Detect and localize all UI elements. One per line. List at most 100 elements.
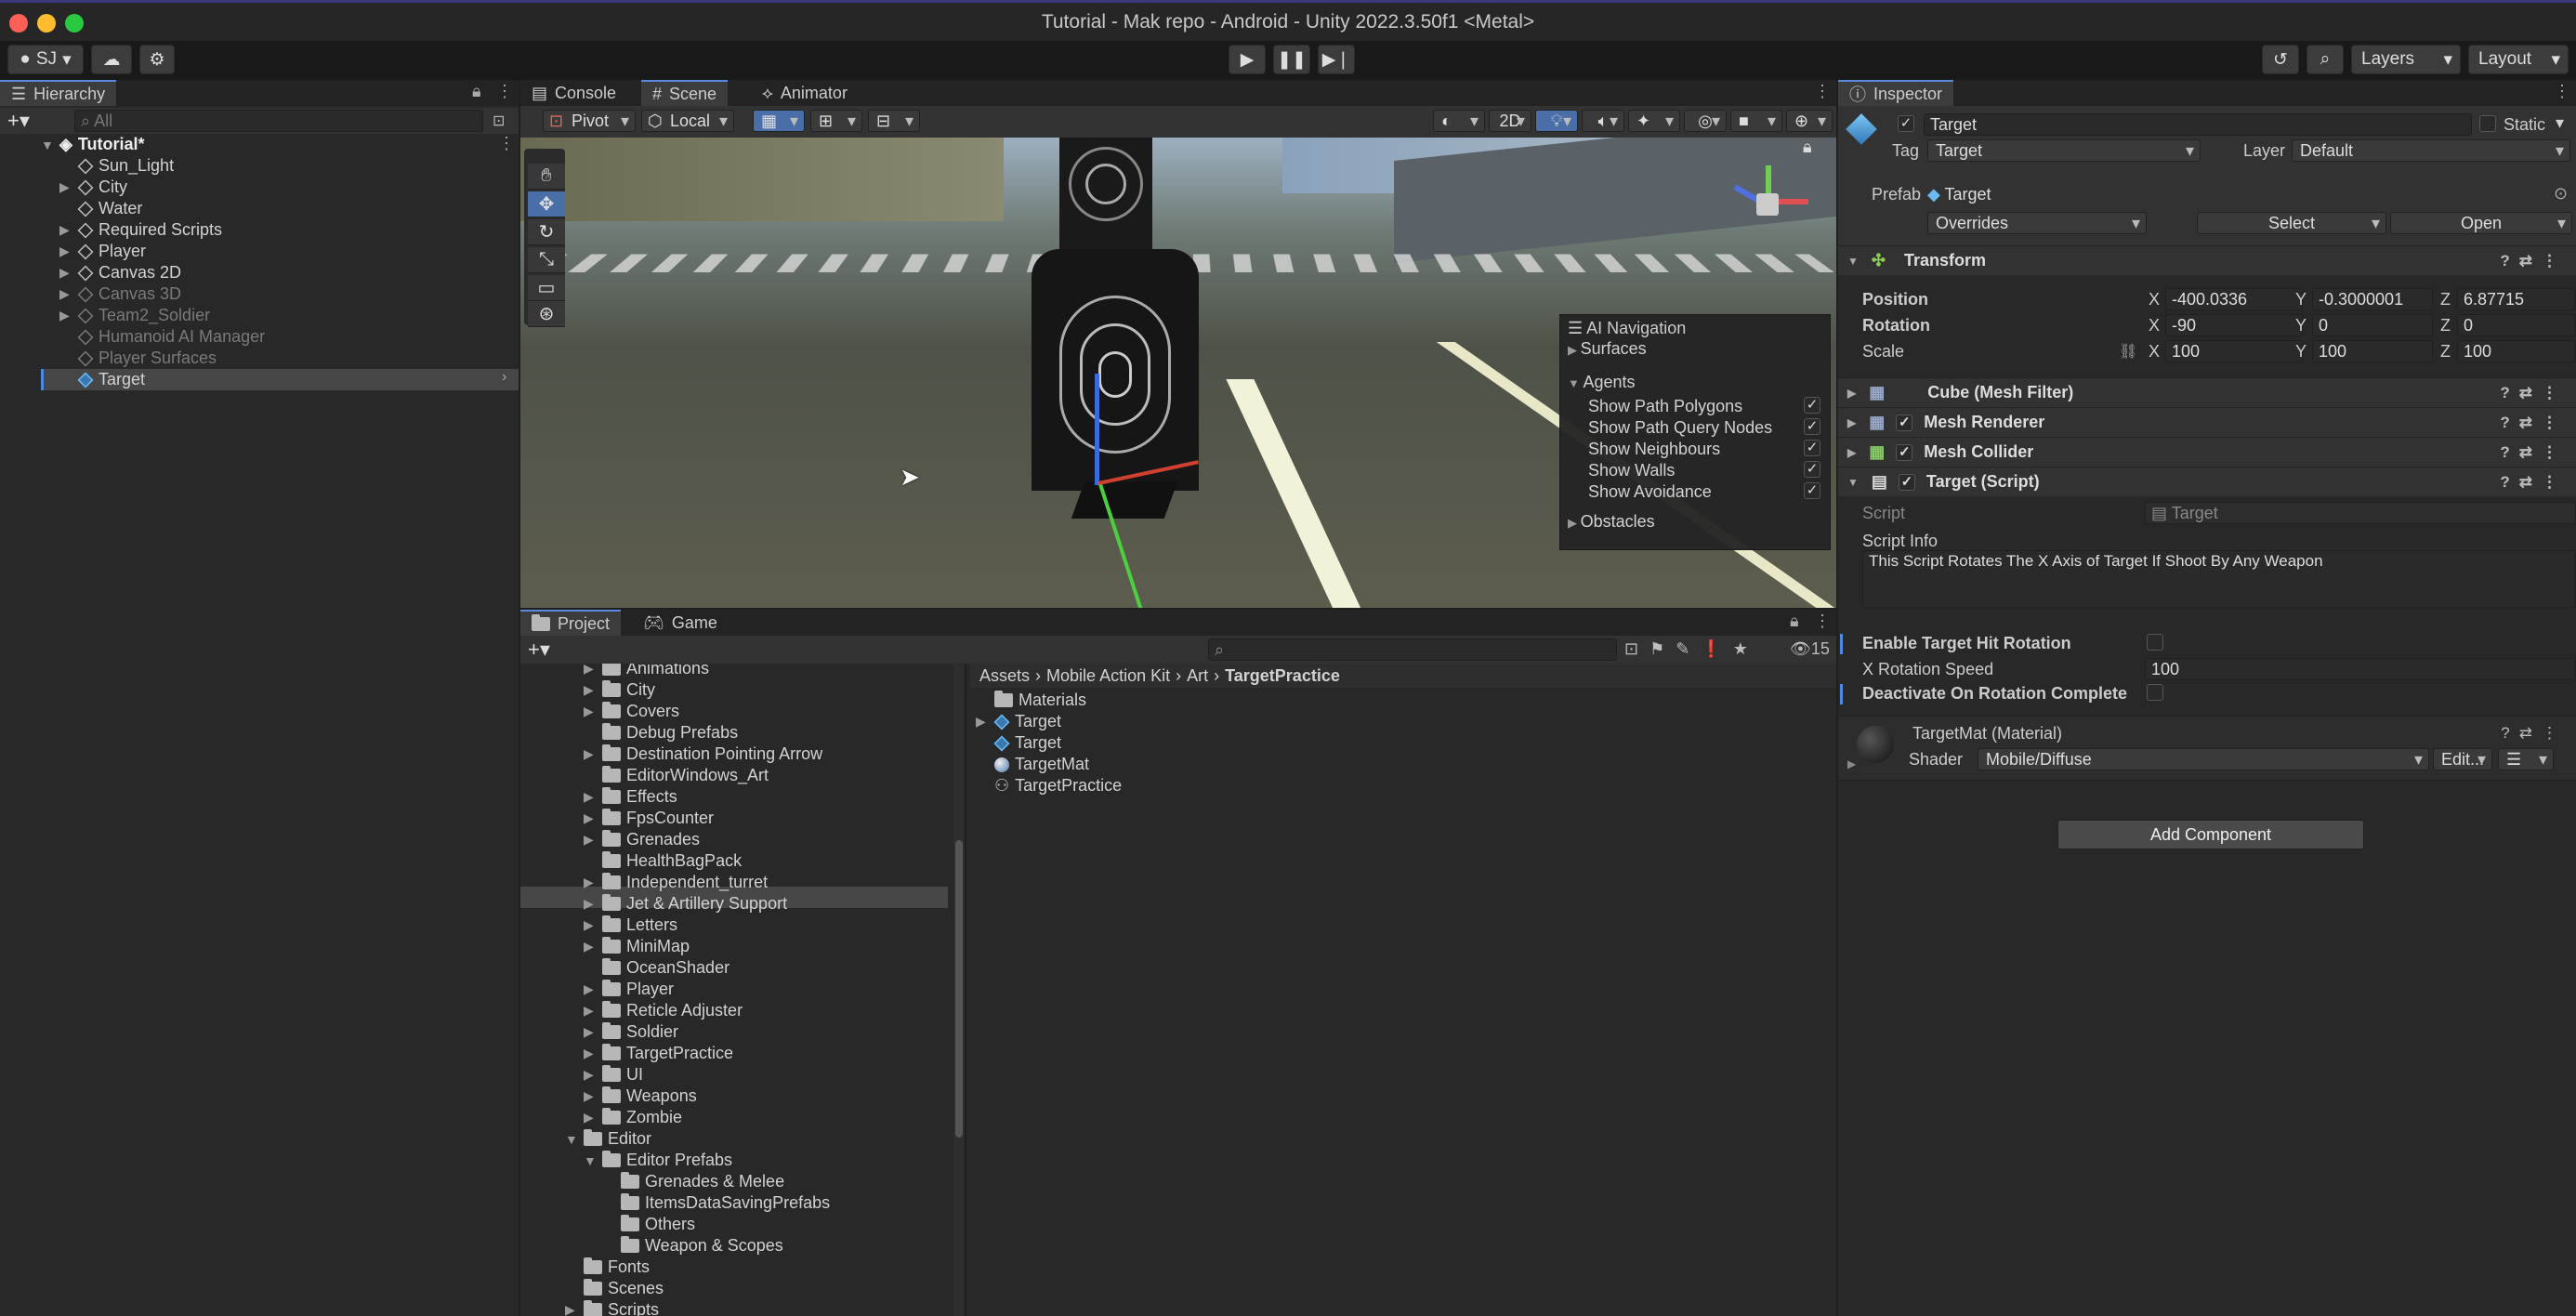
draw-mode-dropdown[interactable]: ◐ bbox=[1433, 110, 1485, 132]
folder-item[interactable]: Grenades & Melee bbox=[602, 1171, 784, 1192]
scene-menu-icon[interactable]: ⋮ bbox=[498, 134, 515, 153]
hierarchy-item[interactable]: Sun_Light bbox=[59, 155, 174, 177]
folder-item[interactable]: HealthBagPack bbox=[584, 850, 742, 872]
hierarchy-item[interactable]: ▶ Canvas 3D bbox=[59, 283, 181, 305]
folder-item[interactable]: ItemsDataSavingPrefabs bbox=[602, 1192, 830, 1214]
tab-project[interactable]: Project bbox=[520, 610, 622, 636]
folder-item[interactable]: ▶ Destination Pointing Arrow bbox=[584, 744, 822, 765]
move-tool-icon[interactable]: ✥ bbox=[528, 191, 565, 217]
step-button[interactable]: ▶❘ bbox=[1318, 45, 1355, 74]
tab-game[interactable]: 🎮︎ Game bbox=[632, 610, 729, 636]
hierarchy-item[interactable]: ▶ Canvas 2D bbox=[59, 262, 181, 283]
object-name-field[interactable]: Target bbox=[1924, 113, 2472, 136]
collab-icon[interactable]: ⚙ bbox=[139, 45, 175, 74]
folder-item[interactable]: ▶ Weapons bbox=[584, 1086, 697, 1107]
project-search-input[interactable]: ⌕ bbox=[1208, 638, 1617, 661]
target-picker-icon[interactable]: ⊙ bbox=[2554, 184, 2568, 204]
rotate-tool-icon[interactable]: ↻ bbox=[528, 219, 565, 245]
overrides-dropdown[interactable]: Overrides bbox=[1927, 212, 2147, 234]
create-button[interactable]: +▾ bbox=[7, 109, 30, 133]
tab-console[interactable]: ▤ Console bbox=[520, 80, 627, 106]
shader-dropdown[interactable]: Mobile/Diffuse bbox=[1978, 748, 2429, 770]
hierarchy-item[interactable]: ▶ Team2_Soldier bbox=[59, 305, 210, 326]
folder-item[interactable]: ▶ Scripts bbox=[565, 1299, 659, 1316]
static-dropdown-icon[interactable]: ▾ bbox=[2556, 113, 2564, 133]
rotation-z[interactable]: 0 bbox=[2457, 314, 2576, 336]
link-icon[interactable]: ⛓ bbox=[2119, 342, 2137, 361]
active-checkbox[interactable]: ✓ bbox=[1898, 115, 1914, 132]
hierarchy-item[interactable]: ▶ Required Scripts bbox=[59, 219, 222, 241]
static-checkbox[interactable] bbox=[2479, 115, 2496, 132]
folder-item[interactable]: Weapon & Scopes bbox=[602, 1235, 783, 1257]
lighting-toggle[interactable]: 💡︎ bbox=[1535, 110, 1578, 132]
layers-dropdown[interactable]: Layers ▾ bbox=[2351, 45, 2461, 74]
folder-item[interactable]: ▶ Soldier bbox=[584, 1021, 678, 1043]
folder-item[interactable]: ▶ Animations bbox=[584, 664, 709, 679]
panel-menu-icon[interactable]: ⋮ bbox=[2554, 82, 2570, 101]
filter-icon[interactable]: ⊡ bbox=[493, 112, 505, 130]
cloud-icon[interactable]: ☁ bbox=[91, 45, 132, 74]
folder-item[interactable]: ▼ Editor Prefabs bbox=[584, 1150, 732, 1171]
option-checkbox[interactable]: ✓ bbox=[1804, 418, 1820, 435]
scale-z[interactable]: 100 bbox=[2457, 340, 2576, 362]
hierarchy-item[interactable]: ▶ Player bbox=[59, 241, 146, 262]
grid-snap-dropdown[interactable]: ▦ bbox=[753, 110, 805, 132]
asset-item[interactable]: ▶ Target bbox=[976, 711, 1061, 732]
breadcrumb-item[interactable]: TargetPractice bbox=[1225, 666, 1340, 686]
enabled-checkbox[interactable]: ✓ bbox=[1896, 443, 1913, 461]
folder-item[interactable]: ▶ MiniMap bbox=[584, 936, 690, 957]
visibility-toggle[interactable]: ◎ bbox=[1684, 110, 1727, 132]
scale-x[interactable]: 100 bbox=[2165, 340, 2303, 362]
asset-item[interactable]: ⚇ TargetPractice bbox=[976, 775, 1122, 796]
folder-item[interactable]: Others bbox=[602, 1214, 695, 1235]
surfaces-foldout[interactable]: ▶ Surfaces bbox=[1568, 339, 1647, 359]
breadcrumb-item[interactable]: Art bbox=[1187, 666, 1208, 686]
open-prefab-button[interactable]: Open bbox=[2390, 212, 2572, 234]
folder-item[interactable]: ▶ Jet & Artillery Support bbox=[584, 893, 787, 915]
filter-icons[interactable]: ⊡⚑✎❗★ bbox=[1624, 639, 1759, 659]
hidden-count[interactable]: 👁︎15 bbox=[1790, 639, 1830, 659]
position-y[interactable]: -0.3000001 bbox=[2312, 288, 2433, 310]
gizmo-y-axis[interactable] bbox=[1095, 374, 1099, 485]
history-icon[interactable]: ↺ bbox=[2262, 45, 2299, 74]
align-dropdown[interactable]: ⊟ bbox=[868, 110, 920, 132]
folder-item[interactable]: OceanShader bbox=[584, 957, 729, 979]
folder-item[interactable]: ▶ Grenades bbox=[584, 829, 700, 850]
option-checkbox[interactable]: ✓ bbox=[1804, 482, 1820, 499]
audio-toggle[interactable]: 🔈︎ bbox=[1582, 110, 1624, 132]
tab-animator[interactable]: ⟡ Animator bbox=[751, 80, 859, 106]
tab-inspector[interactable]: ⓘ Inspector bbox=[1838, 80, 1954, 106]
add-component-button[interactable]: Add Component bbox=[2057, 820, 2364, 849]
account-button[interactable]: ● SJ ▾ bbox=[7, 45, 84, 74]
option-checkbox[interactable]: ✓ bbox=[1804, 461, 1820, 478]
tab-hierarchy[interactable]: ☰ Hierarchy bbox=[0, 80, 117, 106]
option-checkbox[interactable]: ✓ bbox=[1804, 397, 1820, 414]
camera-dropdown[interactable]: ■ bbox=[1730, 110, 1782, 132]
enabled-checkbox[interactable]: ✓ bbox=[1896, 414, 1913, 431]
scene-root[interactable]: ▼ ◈ Tutorial* bbox=[41, 134, 145, 155]
folder-item[interactable]: ▶ Reticle Adjuster bbox=[584, 1000, 743, 1021]
hierarchy-item-selected[interactable]: Target bbox=[59, 369, 145, 390]
hand-tool-icon[interactable]: ✋︎ bbox=[528, 164, 565, 190]
rotation-y[interactable]: 0 bbox=[2312, 314, 2433, 336]
create-asset-button[interactable]: +▾ bbox=[528, 638, 550, 662]
position-x[interactable]: -400.0336 bbox=[2165, 288, 2303, 310]
mesh-renderer-header[interactable]: ▶ ▦ ✓ Mesh Renderer ?⇄⋮ bbox=[1838, 407, 2576, 437]
folder-item[interactable]: ▶ Player bbox=[584, 979, 674, 1000]
folder-item[interactable]: ▶ Effects bbox=[584, 786, 677, 808]
script-info-text[interactable]: This Script Rotates The X Axis of Target… bbox=[1862, 550, 2576, 608]
shader-menu-button[interactable]: ☰ bbox=[2498, 748, 2554, 770]
folder-item[interactable]: EditorWindows_Art bbox=[584, 765, 769, 786]
pivot-dropdown[interactable]: ⊡ Pivot bbox=[543, 110, 636, 132]
folder-item[interactable]: ▶ FpsCounter bbox=[584, 808, 714, 829]
hierarchy-item[interactable]: Water bbox=[59, 198, 142, 219]
target-script-header[interactable]: ▼ ▤ ✓ Target (Script) ?⇄⋮ bbox=[1838, 467, 2576, 496]
tag-dropdown[interactable]: Target bbox=[1927, 139, 2201, 162]
folder-item[interactable]: ▶ Covers bbox=[584, 701, 679, 722]
effects-dropdown[interactable]: ✦ bbox=[1628, 110, 1680, 132]
asset-item[interactable]: TargetMat bbox=[976, 754, 1089, 775]
option-checkbox[interactable]: ✓ bbox=[1804, 440, 1820, 456]
panel-menu-icon[interactable]: ⋮ bbox=[1814, 82, 1831, 101]
folder-item[interactable]: ▶ Zombie bbox=[584, 1107, 682, 1128]
lock-icon[interactable]: 🔒︎ bbox=[1803, 138, 1812, 157]
